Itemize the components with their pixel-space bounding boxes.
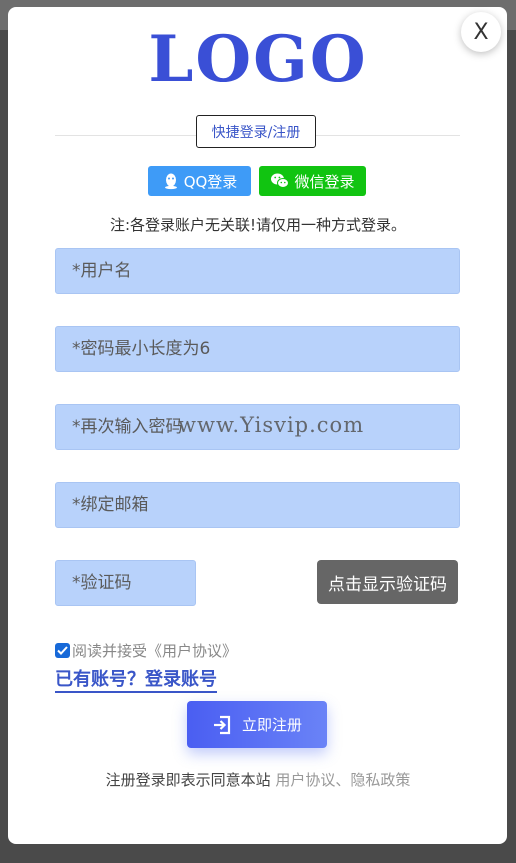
show-captcha-button[interactable]: 点击显示验证码 xyxy=(317,560,458,604)
wechat-login-label: 微信登录 xyxy=(294,172,355,191)
sign-in-icon xyxy=(212,715,232,735)
privacy-policy-link[interactable]: 隐私政策 xyxy=(350,771,410,789)
register-button[interactable]: 立即注册 xyxy=(187,701,327,748)
footer-separator: 、 xyxy=(335,771,351,789)
agree-checkbox[interactable] xyxy=(55,643,70,658)
captcha-input[interactable] xyxy=(55,560,196,606)
wechat-icon xyxy=(270,172,290,190)
login-notice: 注:各登录账户无关联!请仅用一种方式登录。 xyxy=(109,216,407,234)
qq-icon xyxy=(162,172,180,190)
email-input[interactable] xyxy=(55,482,460,528)
check-icon xyxy=(57,646,68,655)
wechat-login-button[interactable]: 微信登录 xyxy=(259,166,366,196)
site-logo: LOGO xyxy=(148,22,368,97)
footer-prefix: 注册登录即表示同意本站 xyxy=(105,771,271,789)
watermark: www.Yisvip.com xyxy=(178,413,365,437)
agree-label[interactable]: 阅读并接受《用户协议》 xyxy=(72,640,237,661)
qq-login-button[interactable]: QQ登录 xyxy=(148,166,251,196)
password-input[interactable] xyxy=(55,326,460,372)
agreement-row: 阅读并接受《用户协议》 xyxy=(55,640,237,661)
footer-terms: 注册登录即表示同意本站 用户协议、隐私政策 xyxy=(0,769,516,790)
register-button-label: 立即注册 xyxy=(241,716,302,734)
tab-quick-login[interactable]: 快捷登录/注册 xyxy=(196,115,316,148)
qq-login-label: QQ登录 xyxy=(183,172,238,191)
username-input[interactable] xyxy=(55,248,460,294)
login-link[interactable]: 已有账号？登录账号 xyxy=(55,669,217,693)
user-agreement-link[interactable]: 用户协议 xyxy=(275,771,335,789)
